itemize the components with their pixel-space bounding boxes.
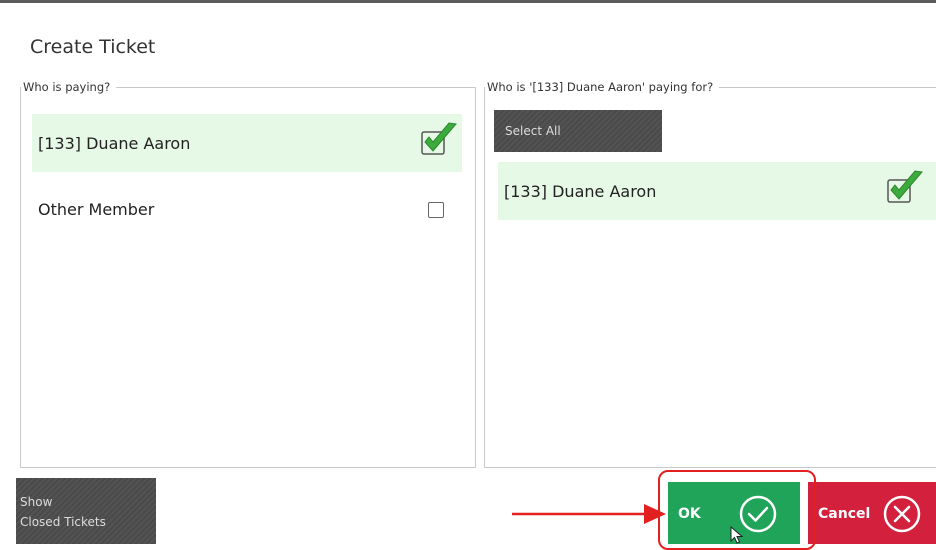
payee-item-duane-aaron[interactable]: [133] Duane Aaron [498,162,936,220]
cancel-button[interactable]: Cancel [808,482,936,544]
check-circle-icon [739,495,777,533]
payer-item-other-member[interactable]: Other Member [32,180,462,238]
payer-item-label: [133] Duane Aaron [38,133,191,153]
ok-label: OK [678,506,701,522]
close-circle-icon [883,495,921,533]
arrow-right-icon [512,504,666,524]
mouse-cursor-icon [730,526,744,544]
payee-item-label: [133] Duane Aaron [504,181,657,201]
window-top-border [0,0,936,3]
cancel-label: Cancel [818,506,871,522]
checkbox-icon[interactable] [428,202,444,218]
check-mark-icon [887,170,923,203]
dialog-title: Create Ticket [30,36,156,58]
show-closed-tickets-button[interactable]: Show Closed Tickets [16,478,156,544]
payer-item-label: Other Member [38,199,155,219]
show-closed-line1: Show [20,495,53,509]
select-all-button[interactable]: Select All [494,110,662,152]
check-mark-icon [421,122,457,155]
payee-group-legend: Who is '[133] Duane Aaron' paying for? [487,80,714,94]
payer-item-duane-aaron[interactable]: [133] Duane Aaron [32,114,462,172]
payer-group-legend: Who is paying? [23,80,111,94]
show-closed-line2: Closed Tickets [20,515,106,529]
